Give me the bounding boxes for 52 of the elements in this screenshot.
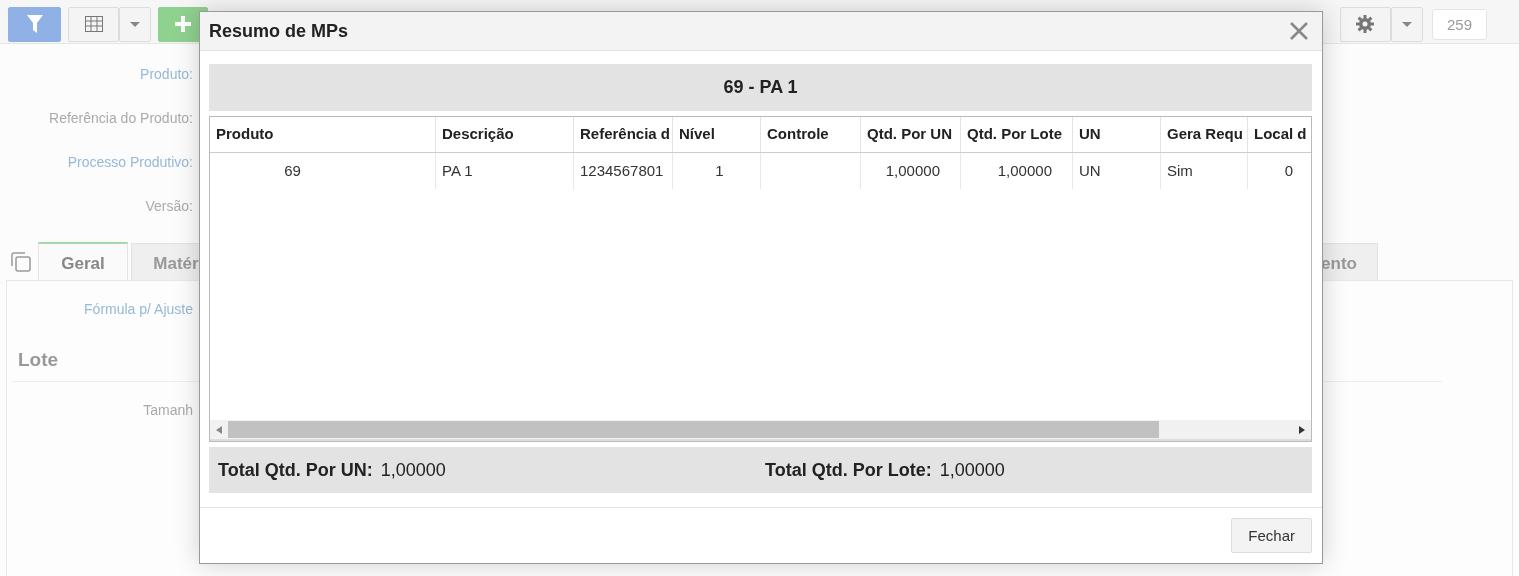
- settings-icon: [1356, 15, 1375, 33]
- settings-button[interactable]: [1339, 6, 1391, 42]
- total-value: 1,00000: [939, 459, 1005, 481]
- table-cell: 1: [672, 153, 760, 189]
- column-header[interactable]: Produto: [210, 117, 435, 152]
- section-title: Lote: [18, 349, 59, 370]
- table-cell: 0: [1247, 153, 1311, 189]
- field-label: Processo Produtivo:: [67, 154, 193, 172]
- right-arrow-icon[interactable]: [1299, 425, 1305, 434]
- column-header[interactable]: Gera Requ: [1160, 117, 1247, 152]
- total-label: Total Qtd. Por Lote:: [765, 459, 932, 481]
- field-label: Tamanh: [143, 402, 193, 418]
- grid-view-button[interactable]: [68, 6, 119, 42]
- record-counter: 259: [1431, 8, 1487, 40]
- scroll-thumb[interactable]: [228, 421, 1159, 438]
- total-label: Total Qtd. Por UN:: [218, 459, 373, 481]
- column-header[interactable]: Nível: [672, 117, 760, 152]
- table-cell-text: 69: [283, 161, 302, 181]
- table-cell: Sim: [1160, 153, 1247, 189]
- field-label: Produto:: [140, 66, 193, 84]
- copy-icon[interactable]: [11, 252, 31, 272]
- total-value: 1,00000: [380, 459, 446, 481]
- table-cell: PA 1: [435, 153, 573, 189]
- group-title: 69 - PA 1: [723, 77, 798, 98]
- left-arrow-icon[interactable]: [216, 425, 222, 434]
- column-header[interactable]: UN: [1072, 117, 1160, 152]
- table-cell: UN: [1072, 153, 1160, 189]
- column-header[interactable]: Controle: [760, 117, 860, 152]
- horizontal-scrollbar[interactable]: [210, 420, 1311, 441]
- filter-icon: [26, 15, 43, 33]
- table-cell: 1,00000: [860, 153, 960, 189]
- filter-button[interactable]: [8, 6, 61, 42]
- plus-icon: [175, 16, 191, 32]
- column-header[interactable]: Qtd. Por UN: [860, 117, 960, 152]
- field-label: Fórmula p/ Ajuste: [84, 301, 193, 317]
- column-header[interactable]: Qtd. Por Lote: [960, 117, 1072, 152]
- caret-icon: [130, 21, 140, 27]
- close-button[interactable]: [1290, 22, 1308, 40]
- grid-icon: [84, 16, 103, 32]
- column-header[interactable]: Local d: [1247, 117, 1311, 152]
- dialog-title: Resumo de MPs: [209, 20, 349, 42]
- close-icon: [1290, 22, 1308, 40]
- dropdown-button[interactable]: [119, 6, 151, 42]
- field-label: Versão:: [145, 198, 193, 216]
- field-label: Referência do Produto:: [49, 110, 193, 128]
- column-header[interactable]: Referência d: [573, 117, 672, 152]
- column-header[interactable]: Descrição: [435, 117, 573, 152]
- table-cell: 1234567801: [573, 153, 672, 189]
- dropdown-button[interactable]: [1390, 6, 1423, 42]
- caret-icon: [1401, 21, 1412, 27]
- close-dialog-button[interactable]: Fechar: [1231, 518, 1312, 553]
- table-cell: 1,00000: [960, 153, 1072, 189]
